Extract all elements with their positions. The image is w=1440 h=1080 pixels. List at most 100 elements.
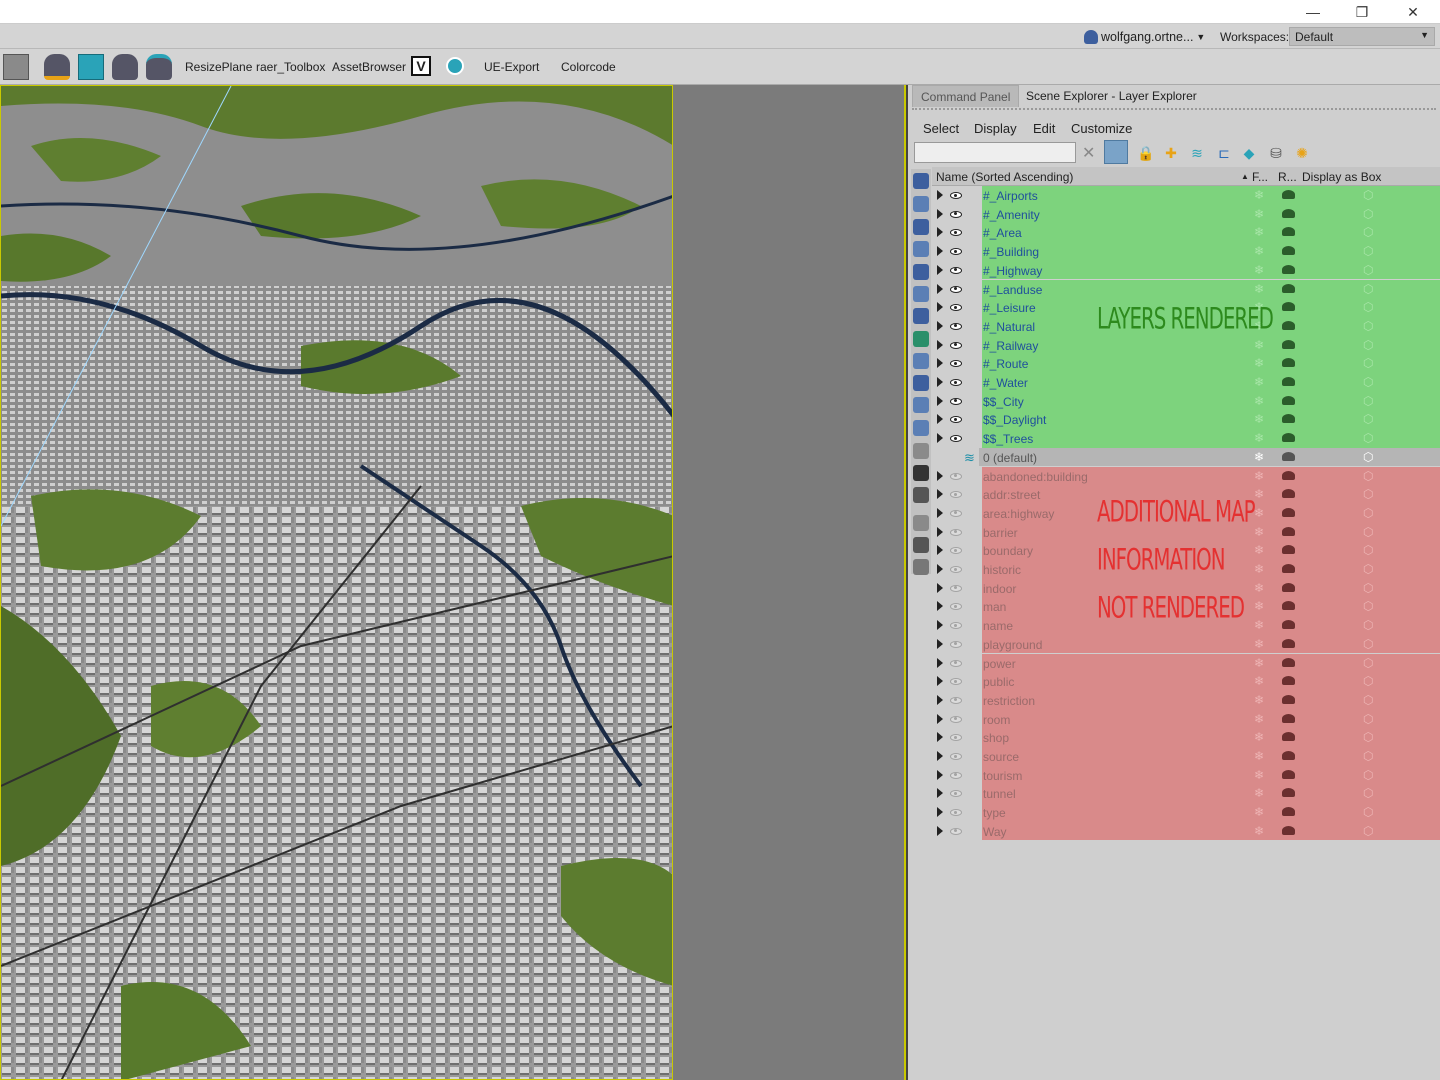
expand-arrow-icon[interactable] [937,751,943,761]
freeze-icon[interactable]: ❄ [1254,786,1264,800]
display-box-icon[interactable]: ⬡ [1363,225,1373,239]
layer-row[interactable]: power ❄ ⬡ [932,653,1440,673]
display-box-icon[interactable]: ⬡ [1363,824,1373,838]
freeze-icon[interactable]: ❄ [1254,506,1264,520]
display-box-icon[interactable]: ⬡ [1363,599,1373,613]
layer-row[interactable]: tunnel ❄ ⬡ [932,784,1440,804]
visibility-eye-icon[interactable] [950,416,962,424]
teapot-render-icon[interactable] [78,54,104,80]
menu-select[interactable]: Select [923,121,959,136]
spacewarps-filter-icon[interactable] [913,286,929,302]
layer-row[interactable]: #_Highway ❄ ⬡ [932,260,1440,280]
layers-icon[interactable]: ≋ [1188,144,1206,162]
layer-row[interactable]: tourism ❄ ⬡ [932,765,1440,785]
visibility-eye-icon[interactable] [950,566,962,573]
expand-arrow-icon[interactable] [937,545,943,556]
teapot-layer-icon[interactable]: ⛁ [1267,144,1285,162]
layer-row[interactable]: public ❄ ⬡ [932,672,1440,691]
display-box-icon[interactable]: ⬡ [1363,487,1373,501]
render-teapot-icon[interactable] [1282,676,1295,686]
freeze-icon[interactable]: ❄ [1254,338,1264,352]
toolbar-item-resizeplane[interactable]: ResizePlane [185,49,252,85]
freeze-icon[interactable]: ❄ [1254,730,1264,744]
clear-search-icon[interactable]: ✕ [1082,143,1095,163]
freeze-icon[interactable]: ❄ [1254,431,1264,445]
freeze-icon[interactable]: ❄ [1254,450,1264,464]
xrefs-filter-icon[interactable] [913,331,929,347]
visibility-eye-icon[interactable] [950,379,962,386]
display-box-icon[interactable]: ⬡ [1363,356,1373,370]
expand-arrow-icon[interactable] [937,526,943,537]
freeze-icon[interactable]: ❄ [1254,469,1264,483]
menu-edit[interactable]: Edit [1033,121,1055,136]
expand-arrow-icon[interactable] [937,358,943,369]
expand-arrow-icon[interactable] [937,470,943,481]
freeze-icon[interactable]: ❄ [1254,356,1264,370]
layer-row[interactable]: ≋ 0 (default) ❄ ⬡ [932,447,1440,467]
display-box-icon[interactable]: ⬡ [1363,375,1373,389]
layer-row[interactable]: playground ❄ ⬡ [932,634,1440,654]
render-teapot-icon[interactable] [1282,769,1295,779]
expand-arrow-icon[interactable] [937,507,943,518]
display-box-icon[interactable]: ⬡ [1363,674,1373,688]
expand-arrow-icon[interactable] [937,807,943,818]
display-box-icon[interactable]: ⬡ [1363,319,1373,333]
expand-arrow-icon[interactable] [937,694,943,705]
freeze-icon[interactable]: ❄ [1254,618,1264,632]
display-box-icon[interactable]: ⬡ [1363,338,1373,352]
visibility-eye-icon[interactable] [950,640,962,648]
freeze-icon[interactable]: ❄ [1254,207,1264,221]
expand-arrow-icon[interactable] [937,582,943,593]
render-teapot-icon[interactable] [1282,358,1295,368]
render-teapot-icon[interactable] [1282,751,1295,760]
freeze-icon[interactable]: ❄ [1254,375,1264,389]
freeze-icon[interactable]: ❄ [1254,412,1264,426]
add-layer-icon[interactable]: ✚ [1162,144,1180,162]
layer-row[interactable]: #_Airports ❄ ⬡ [932,186,1440,205]
freeze-icon[interactable]: ❄ [1254,712,1264,726]
render-teapot-icon[interactable] [1282,582,1295,592]
expand-arrow-icon[interactable] [937,788,943,799]
display-box-icon[interactable]: ⬡ [1363,207,1373,221]
column-name[interactable]: Name (Sorted Ascending) [936,170,1073,184]
visibility-eye-icon[interactable] [950,360,962,368]
sun-layer-icon[interactable]: ✺ [1293,144,1311,162]
expand-arrow-icon[interactable] [937,339,943,350]
render-teapot-icon[interactable] [1282,657,1295,667]
layer-row[interactable]: $$_Trees ❄ ⬡ [932,429,1440,448]
render-teapot-icon[interactable] [1282,246,1295,256]
render-teapot-icon[interactable] [1282,190,1295,199]
containers-filter-icon[interactable] [913,375,929,391]
tab-command-panel[interactable]: Command Panel [912,85,1020,107]
expand-arrow-icon[interactable] [937,377,943,387]
display-box-icon[interactable]: ⬡ [1363,525,1373,539]
render-teapot-icon[interactable] [1282,227,1295,237]
display-box-icon[interactable]: ⬡ [1363,263,1373,277]
groups-filter-icon[interactable] [913,308,929,324]
hidden-filter-icon[interactable] [913,420,929,436]
expand-arrow-icon[interactable] [937,676,943,687]
expand-arrow-icon[interactable] [937,246,943,257]
restore-button[interactable]: ❐ [1339,0,1385,24]
layer-row[interactable]: restriction ❄ ⬡ [932,690,1440,710]
render-teapot-icon[interactable] [1282,713,1295,723]
teapot-cloud-icon[interactable] [146,54,172,80]
visibility-eye-icon[interactable] [950,229,962,237]
column-render[interactable]: R... [1278,170,1297,184]
display-box-icon[interactable]: ⬡ [1363,244,1373,258]
expand-arrow-icon[interactable] [937,433,943,444]
visibility-eye-icon[interactable] [950,341,962,349]
expand-arrow-icon[interactable] [937,302,943,313]
visibility-eye-icon[interactable] [950,210,962,218]
render-teapot-icon[interactable] [1282,489,1295,499]
expand-arrow-icon[interactable] [937,657,943,668]
stack-icon[interactable]: ◆ [1240,144,1258,162]
render-teapot-icon[interactable] [1282,638,1295,648]
freeze-icon[interactable]: ❄ [1254,225,1264,239]
expand-arrow-icon[interactable] [937,638,943,649]
visibility-eye-icon[interactable] [950,827,962,835]
layer-row[interactable]: #_Building ❄ ⬡ [932,242,1440,261]
layer-row[interactable]: type ❄ ⬡ [932,803,1440,822]
display-box-icon[interactable]: ⬡ [1363,693,1373,707]
minimize-button[interactable]: — [1290,0,1336,24]
